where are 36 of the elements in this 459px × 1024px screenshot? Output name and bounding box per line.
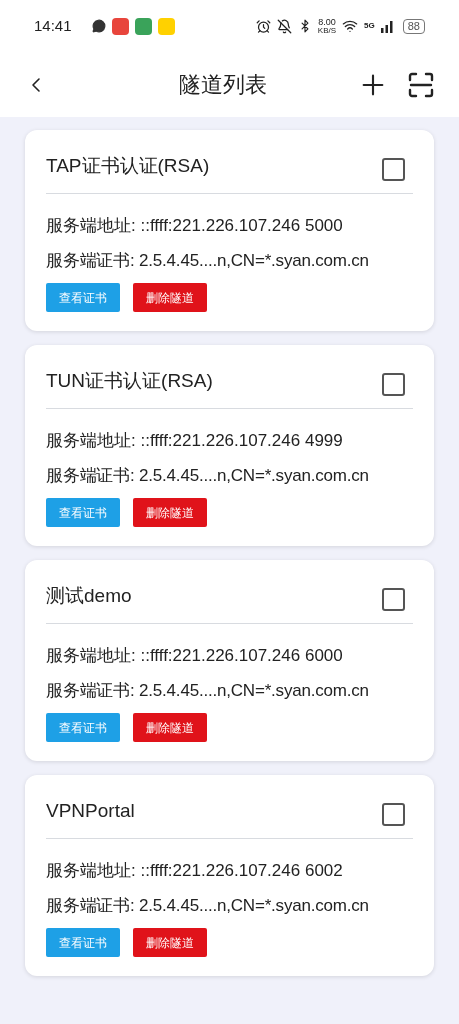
tunnel-name: 测试demo [46,584,132,609]
wifi-icon [342,18,359,34]
signal-icon [380,19,393,33]
scan-icon [408,71,434,98]
scan-button[interactable] [407,70,435,99]
network-type: 5G [364,19,375,32]
server-address: 服务端地址: ::ffff:221.226.107.246 5000 [46,215,344,237]
view-certificate-button[interactable]: 查看证书 [46,498,120,527]
view-certificate-button[interactable]: 查看证书 [46,283,120,312]
speed-unit: KB/S [317,26,337,35]
view-certificate-button[interactable]: 查看证书 [46,928,120,957]
view-certificate-button[interactable]: 查看证书 [46,713,120,742]
delete-tunnel-button[interactable]: 删除隧道 [133,928,207,957]
select-checkbox[interactable] [382,588,405,611]
delete-tunnel-button[interactable]: 删除隧道 [133,283,207,312]
status-time: 14:41 [34,15,72,36]
tunnel-name: TUN证书认证(RSA) [46,369,213,394]
select-checkbox[interactable] [382,158,405,181]
tunnel-name: VPNPortal [46,799,135,824]
tunnel-name: TAP证书认证(RSA) [46,154,210,179]
battery-indicator: 88 [402,18,425,34]
server-certificate: 服务端证书: 2.5.4.45....n,CN=*.syan.com.cn [46,249,370,272]
delete-tunnel-button[interactable]: 删除隧道 [133,498,207,527]
server-certificate: 服务端证书: 2.5.4.45....n,CN=*.syan.com.cn [46,679,370,702]
select-checkbox[interactable] [382,803,405,826]
alarm-icon [255,18,271,34]
delete-tunnel-button[interactable]: 删除隧道 [133,713,207,742]
network-speed: 8.00 [318,17,336,27]
server-certificate: 服务端证书: 2.5.4.45....n,CN=*.syan.com.cn [46,894,370,917]
mute-icon [276,18,292,34]
server-address: 服务端地址: ::ffff:221.226.107.246 6002 [46,860,344,882]
select-checkbox[interactable] [382,373,405,396]
server-address: 服务端地址: ::ffff:221.226.107.246 4999 [46,430,344,452]
server-address: 服务端地址: ::ffff:221.226.107.246 6000 [46,645,344,667]
server-certificate: 服务端证书: 2.5.4.45....n,CN=*.syan.com.cn [46,464,370,487]
page-title: 隧道列表 [177,71,268,99]
